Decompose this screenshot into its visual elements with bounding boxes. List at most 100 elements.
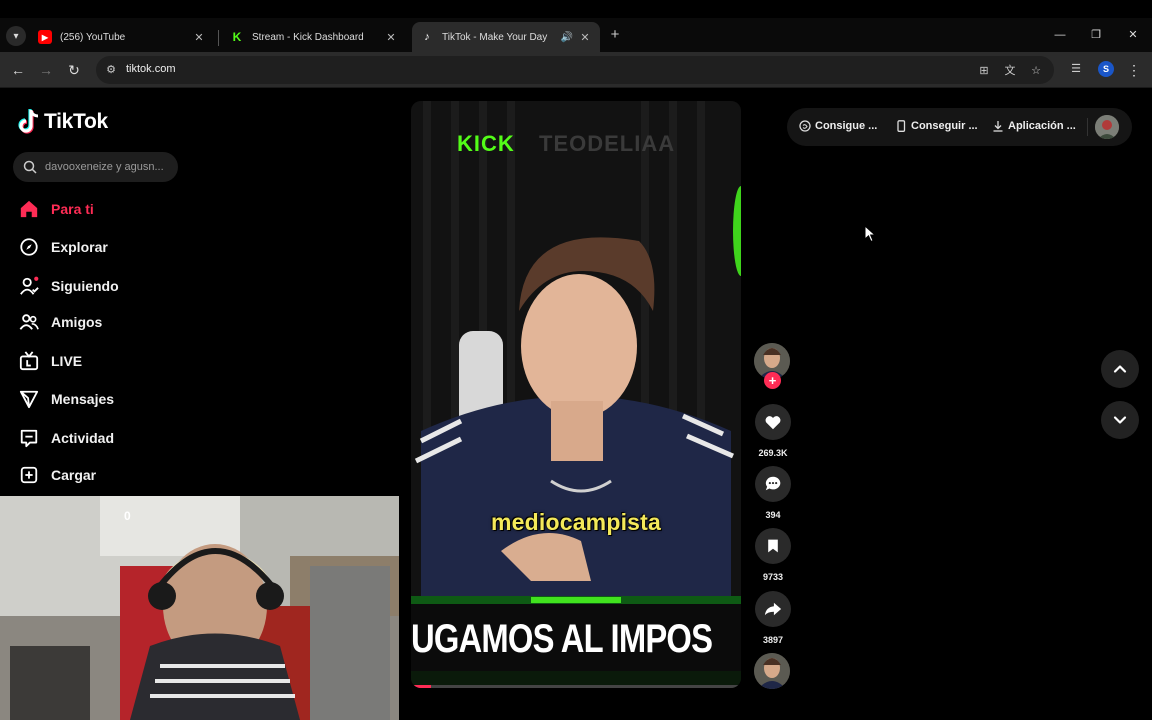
home-icon (18, 198, 40, 220)
share-action[interactable]: 3897 (754, 591, 792, 645)
topbar-divider (1087, 118, 1088, 136)
tiktok-wordmark: TikTok (44, 110, 108, 133)
sidebar-item-explorar[interactable]: Explorar (18, 234, 108, 260)
window-close-icon[interactable]: ✕ (1123, 26, 1143, 44)
webcam-scene (0, 496, 399, 720)
sidebar-item-label: Amigos (51, 314, 103, 330)
like-button[interactable] (755, 404, 791, 440)
sidebar-item-mensajes[interactable]: Mensajes (18, 386, 114, 412)
address-bar[interactable]: ⚙ tiktok.com ⊞ 文 ☆ (96, 56, 1054, 84)
like-count: 269.3K (758, 448, 788, 458)
tiktok-icon (18, 109, 39, 134)
share-button[interactable] (755, 591, 791, 627)
sidebar-item-siguiendo[interactable]: Siguiendo (18, 273, 119, 299)
video-progress-fill (411, 685, 431, 688)
video-progress-bar[interactable] (411, 685, 741, 688)
activity-icon (18, 427, 40, 449)
bookmark-icon (768, 539, 778, 553)
sidebar-item-label: Mensajes (51, 391, 115, 407)
friends-icon (18, 311, 40, 333)
youtube-icon: ▶ (38, 30, 52, 44)
tab-kick-dashboard[interactable]: K Stream - Kick Dashboard ✕ (222, 22, 406, 52)
profile-avatar[interactable]: S (1098, 61, 1114, 77)
messages-icon (18, 388, 40, 410)
comment-button[interactable] (755, 466, 791, 502)
kick-icon: K (230, 30, 244, 44)
next-video-button[interactable] (1101, 401, 1139, 439)
url-text[interactable]: tiktok.com (126, 63, 176, 75)
kick-watermark: KICK (457, 131, 515, 156)
install-app-icon[interactable]: ⊞ (976, 63, 992, 79)
coin-icon (799, 120, 811, 132)
sidebar-item-label: Para ti (51, 201, 94, 217)
phone-icon (895, 120, 907, 132)
heart-icon (765, 416, 781, 430)
browser-tabstrip: ▾ ▶ (256) YouTube ✕ K Stream - Kick Dash… (0, 18, 1152, 52)
sidebar-item-label: LIVE (51, 353, 83, 369)
comment-action[interactable]: 394 (754, 466, 792, 520)
following-icon (18, 275, 40, 297)
tab-title: TikTok - Make Your Day (442, 31, 548, 43)
close-icon[interactable]: ✕ (384, 31, 398, 44)
chevron-down-icon (1113, 416, 1127, 424)
live-icon (18, 350, 40, 372)
sidebar-item-actividad[interactable]: Actividad (18, 425, 114, 451)
site-info-icon[interactable]: ⚙ (104, 63, 118, 77)
tab-title: Stream - Kick Dashboard (252, 31, 364, 43)
tab-tiktok[interactable]: ♪ TikTok - Make Your Day 🔊 ✕ (412, 22, 600, 52)
forward-button[interactable]: → (36, 60, 56, 80)
back-button[interactable]: ← (8, 60, 28, 80)
previous-video-button[interactable] (1101, 350, 1139, 388)
tab-search-dropdown[interactable]: ▾ (6, 26, 26, 46)
sound-avatar[interactable] (754, 653, 790, 689)
translate-icon[interactable]: 文 (1002, 63, 1018, 79)
search-box[interactable] (13, 152, 178, 182)
tab-separator (218, 30, 219, 46)
follow-button[interactable]: + (764, 372, 781, 389)
download-icon (992, 120, 1004, 132)
browser-toolbar: ← → ↻ ⚙ tiktok.com ⊞ 文 ☆ ☰ S ⋮ (0, 52, 1152, 88)
share-count: 3897 (762, 635, 784, 645)
bookmark-star-icon[interactable]: ☆ (1028, 63, 1044, 79)
get-coins-label: Consigue ... (815, 120, 878, 132)
tab-title: (256) YouTube (60, 31, 126, 43)
close-icon[interactable]: ✕ (192, 31, 206, 44)
get-app-label: Conseguir ... (911, 120, 978, 132)
comment-icon (765, 476, 781, 491)
video-player[interactable]: KICK TEODELIAA mediocampista UGAMOS AL I… (411, 101, 741, 688)
save-action[interactable]: 9733 (754, 528, 792, 582)
save-button[interactable] (755, 528, 791, 564)
desktop-app-button[interactable]: Aplicación ... (992, 120, 1076, 132)
chevron-up-icon (1113, 365, 1127, 373)
share-icon (764, 602, 782, 616)
video-frame (411, 101, 741, 688)
sidebar-item-label: Cargar (51, 467, 97, 483)
get-app-button[interactable]: Conseguir ... (895, 120, 978, 132)
search-input[interactable] (45, 161, 173, 173)
like-action[interactable]: 269.3K (754, 404, 792, 458)
sidebar-item-para-ti[interactable]: Para ti (18, 196, 94, 222)
sidebar-item-amigos[interactable]: Amigos (18, 309, 102, 335)
sidebar-item-live[interactable]: LIVE (18, 348, 82, 374)
desktop-app-label: Aplicación ... (1008, 120, 1076, 132)
tab-youtube[interactable]: ▶ (256) YouTube ✕ (30, 22, 214, 52)
media-controls-icon[interactable]: ☰ (1068, 61, 1084, 77)
more-menu-icon[interactable]: ⋮ (1126, 60, 1142, 80)
webcam-overlay: 0 (0, 496, 399, 720)
sidebar-item-cargar[interactable]: Cargar (18, 462, 96, 488)
close-icon[interactable]: ✕ (578, 31, 592, 44)
reload-button[interactable]: ↻ (64, 60, 84, 80)
tiktok-logo[interactable]: TikTok (18, 109, 108, 135)
channel-watermark: TEODELIAA (539, 131, 676, 156)
speaker-icon[interactable]: 🔊 (560, 32, 574, 43)
get-coins-button[interactable]: Consigue ... (799, 120, 877, 132)
mouse-cursor-icon (864, 225, 876, 243)
comment-count: 394 (765, 510, 781, 520)
search-icon (23, 160, 37, 174)
restore-icon[interactable]: ❐ (1086, 26, 1106, 44)
video-caption: mediocampista (490, 509, 662, 535)
minimize-icon[interactable]: — (1050, 26, 1070, 44)
new-tab-button[interactable]: + (606, 26, 624, 44)
sidebar-item-label: Actividad (51, 430, 115, 446)
user-avatar[interactable] (1095, 115, 1119, 139)
